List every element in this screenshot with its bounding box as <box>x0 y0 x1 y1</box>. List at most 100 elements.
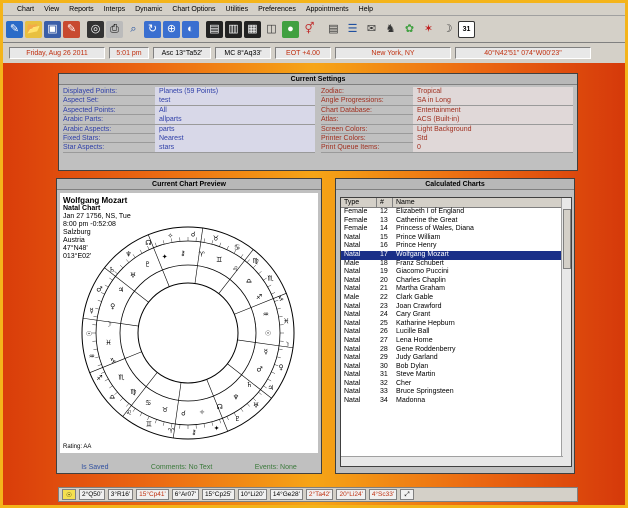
setting-chart-database[interactable]: Chart Database: Entertainment <box>321 105 573 116</box>
setting-angle-progressions[interactable]: Angle Progressions: SA in Long <box>321 96 573 106</box>
setting-zodiac[interactable]: Zodiac: Tropical <box>321 87 573 97</box>
chart-list-row[interactable]: Natal 32 Cher <box>341 380 571 389</box>
chart-list-row[interactable]: Natal 34 Madonna <box>341 397 571 406</box>
status-coords[interactable]: 40°N42'51" 074°W00'23" <box>455 47 591 59</box>
new-chart-icon[interactable]: ✎ <box>6 20 23 38</box>
chart-list-row[interactable]: Natal 25 Katharine Hepburn <box>341 320 571 329</box>
edit-icon[interactable]: ✎ <box>63 20 80 38</box>
refresh-icon[interactable]: ↻ <box>144 20 161 38</box>
menu-utilities[interactable]: Utilities <box>226 6 249 13</box>
col-number[interactable]: # <box>377 198 393 208</box>
chart-list-row[interactable]: Natal 16 Prince Henry <box>341 242 571 251</box>
mail-icon[interactable]: ● <box>282 20 299 38</box>
chart-list-row[interactable]: Male 22 Clark Gable <box>341 294 571 303</box>
zoom-icon[interactable]: ⊕ <box>163 20 180 38</box>
document-icon[interactable]: ☰ <box>344 21 361 38</box>
chart-list-row[interactable]: Natal 30 Bob Dylan <box>341 363 571 372</box>
chart-glyph: ☽ <box>283 341 289 349</box>
report-icon[interactable]: ◫ <box>263 21 280 38</box>
chart-list-row[interactable]: Natal 33 Bruce Springsteen <box>341 388 571 397</box>
chart-glyph: ♈ <box>168 427 175 435</box>
status-date[interactable]: Friday, Aug 26 2011 <box>9 47 105 59</box>
comments-link[interactable]: Comments: No Text <box>151 464 212 471</box>
horizontal-scrollbar[interactable] <box>341 456 563 466</box>
chart-list-row[interactable]: Natal 19 Giacomo Puccini <box>341 268 571 277</box>
setting-printer-colors[interactable]: Printer Colors: Std <box>321 133 573 144</box>
menu-view[interactable]: View <box>44 6 59 13</box>
chart-list-row[interactable]: Natal 28 Gene Roddenberry <box>341 346 571 355</box>
menu-interps[interactable]: Interps <box>104 6 125 13</box>
degree-tick <box>226 416 229 421</box>
chart-list-row[interactable]: Female 14 Princess of Wales, Diana <box>341 225 571 234</box>
print-icon[interactable]: ⎙ <box>106 20 123 38</box>
vertical-scrollbar[interactable] <box>561 198 571 466</box>
person-icon[interactable]: ♞ <box>382 21 399 38</box>
setting-star-aspects[interactable]: Star Aspects: stars <box>63 143 315 153</box>
report-grid-icon[interactable]: ▤ <box>325 21 342 38</box>
chart-list-row[interactable]: Natal 31 Steve Martin <box>341 371 571 380</box>
chart-list-row[interactable]: Natal 27 Lena Horne <box>341 337 571 346</box>
setting-aspect-set[interactable]: Aspect Set: test <box>63 96 315 106</box>
degree-tick <box>95 307 100 310</box>
setting-displayed-points[interactable]: Displayed Points: Planets (59 Points) <box>63 87 315 97</box>
col-name[interactable]: Name <box>393 198 571 208</box>
chart-list-row[interactable]: Natal 17 Wolfgang Mozart <box>341 250 571 260</box>
menu-chart-options[interactable]: Chart Options <box>172 6 215 13</box>
chart-preview-area[interactable]: Wolfgang Mozart Natal Chart Jan 27 1756,… <box>60 193 318 453</box>
chart-list-row[interactable]: Natal 29 Judy Garland <box>341 354 571 363</box>
star-icon[interactable]: ✶ <box>420 21 437 38</box>
status-time[interactable]: 5:01 pm <box>109 47 149 59</box>
menu-dynamic[interactable]: Dynamic <box>135 6 162 13</box>
setting-arabic-aspects[interactable]: Arabic Aspects: parts <box>63 124 315 134</box>
chart-glyph: ♏ <box>267 275 274 283</box>
chart-list-row[interactable]: Natal 23 Joan Crawford <box>341 303 571 312</box>
menu-chart[interactable]: Chart <box>17 6 34 13</box>
grid-icon[interactable]: ▦ <box>244 20 261 38</box>
cell-name: Wolfgang Mozart <box>396 250 449 258</box>
scroll-thumb[interactable] <box>563 209 571 269</box>
chart-list-row[interactable]: Female 13 Catherine the Great <box>341 217 571 226</box>
open-folder-icon[interactable]: 📂 <box>25 20 42 38</box>
transit-icon[interactable]: ▥ <box>225 20 242 38</box>
chart-list-row[interactable]: Natal 15 Prince William <box>341 234 571 243</box>
planet-pos-7: 14°Ge28' <box>269 489 303 500</box>
setting-print-queue[interactable]: Print Queue Items: 0 <box>321 143 573 153</box>
cell-number: 31 <box>380 371 388 379</box>
astrologer-icon[interactable]: ✉ <box>363 21 380 38</box>
degree-tick <box>226 245 229 250</box>
menu-appointments[interactable]: Appointments <box>306 6 349 13</box>
menu-preferences[interactable]: Preferences <box>258 6 296 13</box>
menu-reports[interactable]: Reports <box>69 6 94 13</box>
cell-number: 27 <box>380 336 388 344</box>
degree-tick <box>271 371 276 374</box>
setting-aspected-points[interactable]: Aspected Points: All <box>63 105 315 116</box>
chart-list-row[interactable]: Male 18 Franz Schubert <box>341 260 571 269</box>
moon-icon[interactable]: ☽ <box>439 21 456 38</box>
chart-wheel-icon[interactable]: ◎ <box>87 20 104 38</box>
menu-help[interactable]: Help <box>359 6 373 13</box>
globe-icon[interactable]: ◐ <box>182 20 199 38</box>
save-icon[interactable]: ▣ <box>44 20 61 38</box>
calendar-icon[interactable]: 31 <box>458 20 475 38</box>
setting-atlas[interactable]: Atlas: ACS (Built-in) <box>321 115 573 125</box>
chart-list-row[interactable]: Natal 21 Martha Graham <box>341 285 571 294</box>
chart-list-row[interactable]: Female 12 Elizabeth I of England <box>341 208 571 217</box>
search-icon[interactable]: ⌕ <box>125 21 142 38</box>
chart-list-row[interactable]: Natal 24 Cary Grant <box>341 311 571 320</box>
events-link[interactable]: Events: None <box>255 464 297 471</box>
chart-list-row[interactable]: Natal 20 Charles Chaplin <box>341 277 571 286</box>
compare-icon[interactable]: ⚥ <box>301 21 318 38</box>
progression-icon[interactable]: ▤ <box>206 20 223 38</box>
saved-link[interactable]: Is Saved <box>81 464 108 471</box>
setting-screen-colors[interactable]: Screen Colors: Light Background <box>321 124 573 134</box>
setting-fixed-stars[interactable]: Fixed Stars: Nearest <box>63 133 315 144</box>
chart-list-row[interactable]: Natal 26 Lucille Ball <box>341 328 571 337</box>
sun-icon[interactable]: ☉ <box>62 489 76 500</box>
settings-gear-icon[interactable]: ✿ <box>401 21 418 38</box>
col-type[interactable]: Type <box>341 198 377 208</box>
setting-arabic-parts[interactable]: Arabic Parts: allparts <box>63 115 315 125</box>
chart-glyph: ☊ <box>145 239 151 247</box>
chart-list[interactable]: Type # Name Female 12 Elizabeth I of Engla… <box>340 197 572 467</box>
expand-icon[interactable]: ⤢ <box>400 489 415 500</box>
status-location[interactable]: New York, NY <box>335 47 451 59</box>
